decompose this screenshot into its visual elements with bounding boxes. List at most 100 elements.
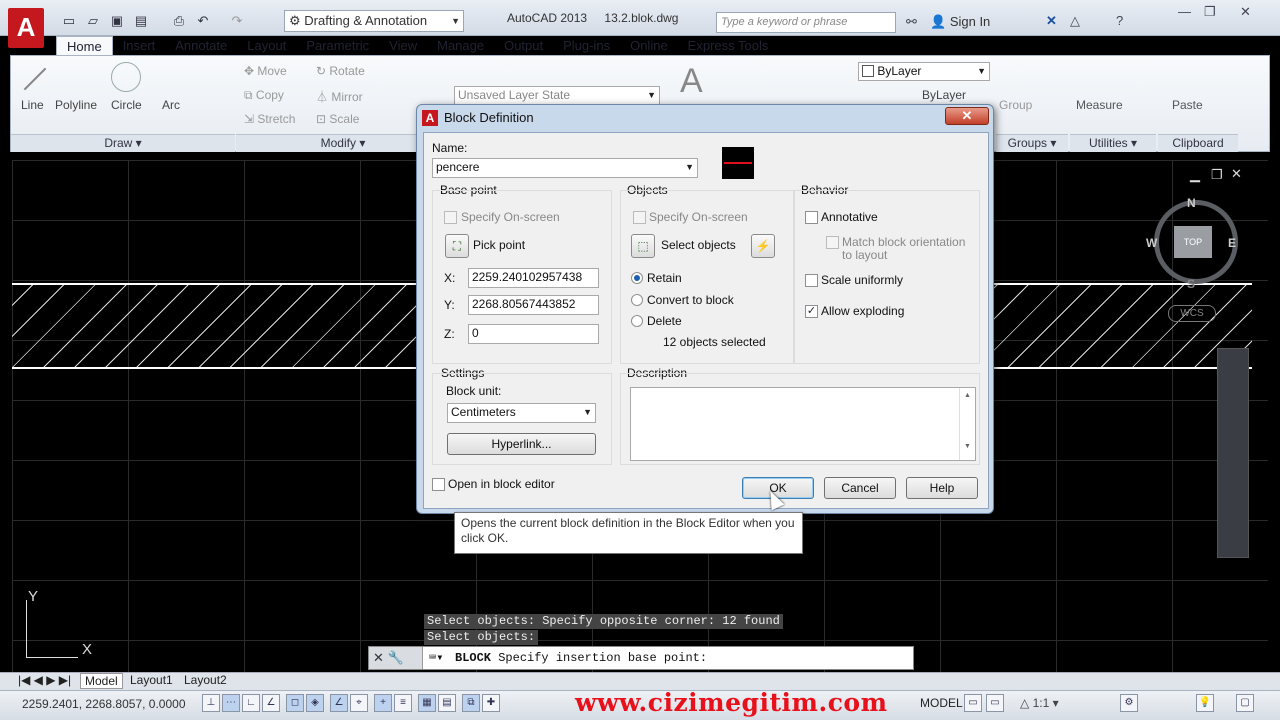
description-textarea[interactable]: ▲ ▼ xyxy=(630,387,976,461)
clipboard-panel-title[interactable]: Clipboard xyxy=(1158,134,1238,152)
viewcube-top-face[interactable]: TOP xyxy=(1174,226,1212,258)
layer-state-dropdown[interactable]: Unsaved Layer State ▼ xyxy=(454,86,660,105)
tab-view[interactable]: View xyxy=(379,36,427,56)
match-orientation-checkbox[interactable] xyxy=(826,236,839,249)
lineweight-icon[interactable]: ≡ xyxy=(394,694,412,712)
tab-parametric[interactable]: Parametric xyxy=(296,36,379,56)
dyn-icon[interactable]: + xyxy=(374,694,392,712)
stretch-tool[interactable]: ⇲ Stretch xyxy=(244,112,295,126)
otrack-icon[interactable]: ∠ xyxy=(330,694,348,712)
linetype-dropdown[interactable]: ByLayer xyxy=(922,88,966,102)
isolate-objects-icon[interactable]: 💡 xyxy=(1196,694,1214,712)
move-tool[interactable]: ✥ Move xyxy=(244,64,287,78)
tab-annotate[interactable]: Annotate xyxy=(165,36,237,56)
tab-output[interactable]: Output xyxy=(494,36,553,56)
plot-icon[interactable]: ⎙ xyxy=(168,10,190,32)
hyperlink-button[interactable]: Hyperlink... xyxy=(447,433,596,455)
application-menu-button[interactable]: A xyxy=(8,8,44,48)
viewport-close-icon[interactable]: ✕ xyxy=(1231,166,1242,182)
clean-screen-icon[interactable]: ▢ xyxy=(1236,694,1254,712)
viewcube-east[interactable]: E xyxy=(1228,236,1236,250)
help-button[interactable]: Help xyxy=(906,477,978,499)
close-icon[interactable]: ✕ xyxy=(1240,4,1251,20)
tab-layout1[interactable]: Layout1 xyxy=(126,673,177,689)
measure-tool[interactable]: Measure xyxy=(1076,98,1123,112)
minimize-icon[interactable]: — xyxy=(1178,4,1191,19)
polar-icon[interactable]: ∠ xyxy=(262,694,280,712)
selection-cycling-icon[interactable]: ⧉ xyxy=(462,694,480,712)
command-recent-icon[interactable]: ⌨▾ xyxy=(429,647,443,669)
mirror-tool[interactable]: ⏃ Mirror xyxy=(316,88,363,105)
ducs-icon[interactable]: ⌖ xyxy=(350,694,368,712)
tab-model[interactable]: Model xyxy=(80,673,123,689)
quick-view-drawings-icon[interactable]: ▭ xyxy=(986,694,1004,712)
viewport-restore-icon[interactable]: ❐ xyxy=(1211,167,1223,183)
circle-tool[interactable]: Circle xyxy=(111,98,142,112)
tab-nav-arrows[interactable]: |◀ ◀ ▶ ▶| xyxy=(14,673,75,689)
close-icon[interactable]: ✕ xyxy=(373,650,384,665)
command-line-controls[interactable]: ✕ 🔧 xyxy=(369,647,423,669)
open-icon[interactable]: ▱ xyxy=(82,10,104,32)
description-scrollbar[interactable]: ▲ ▼ xyxy=(959,388,975,460)
utilities-panel-title[interactable]: Utilities ▾ xyxy=(1070,134,1156,152)
block-unit-dropdown[interactable]: Centimeters ▼ xyxy=(447,403,596,423)
pick-point-button[interactable]: ⛶ xyxy=(445,234,469,258)
select-objects-button[interactable]: ⬚ xyxy=(631,234,655,258)
rotate-tool[interactable]: ↻ Rotate xyxy=(316,64,365,78)
transparency-icon[interactable]: ▦ xyxy=(418,694,436,712)
model-space-toggle[interactable]: MODEL xyxy=(920,696,963,710)
base-specify-onscreen-checkbox[interactable] xyxy=(444,211,457,224)
exchange-icon[interactable]: ✕ xyxy=(1046,13,1057,29)
ortho-icon[interactable]: ∟ xyxy=(242,694,260,712)
save-as-icon[interactable]: ▤ xyxy=(130,10,152,32)
binoculars-icon[interactable]: ⚯ xyxy=(906,14,917,30)
search-input[interactable]: Type a keyword or phrase xyxy=(716,12,896,33)
viewport-minimize-icon[interactable]: ▁ xyxy=(1190,167,1200,183)
scale-tool[interactable]: ⊡ Scale xyxy=(316,112,359,126)
tab-online[interactable]: Online xyxy=(620,36,678,56)
tab-express-tools[interactable]: Express Tools xyxy=(678,36,779,56)
polyline-tool[interactable]: Polyline xyxy=(55,98,97,112)
quick-view-layouts-icon[interactable]: ▭ xyxy=(964,694,982,712)
viewcube-west[interactable]: W xyxy=(1146,236,1157,250)
convert-to-block-radio[interactable] xyxy=(631,294,643,306)
command-line[interactable]: ✕ 🔧 ⌨▾ BLOCK Specify insertion base poin… xyxy=(368,646,914,670)
wrench-icon[interactable]: 🔧 xyxy=(388,650,404,665)
allow-exploding-checkbox[interactable]: ✓ xyxy=(805,305,818,318)
tab-home[interactable]: Home xyxy=(56,36,113,56)
retain-radio[interactable] xyxy=(631,272,643,284)
tab-layout2[interactable]: Layout2 xyxy=(180,673,231,689)
maximize-icon[interactable]: ❐ xyxy=(1204,4,1216,20)
x-input[interactable]: 2259.240102957438 xyxy=(468,268,599,288)
annotation-scale[interactable]: △ 1:1 ▾ xyxy=(1020,696,1059,710)
paste-tool[interactable]: Paste xyxy=(1172,98,1203,112)
groups-panel-title[interactable]: Groups ▾ xyxy=(996,134,1068,152)
group-tool[interactable]: Group xyxy=(999,98,1032,112)
undo-icon[interactable]: ↶ xyxy=(192,10,214,32)
viewcube-north[interactable]: N xyxy=(1187,196,1196,210)
osnap-icon[interactable]: ◻ xyxy=(286,694,304,712)
redo-icon[interactable]: ↷ xyxy=(226,10,248,32)
workspace-switching-icon[interactable]: ⚙ xyxy=(1120,694,1138,712)
viewcube-south[interactable]: S xyxy=(1187,277,1195,291)
coordinate-readout[interactable]: 2259.2401, 2268.8057, 0.0000 xyxy=(22,697,186,711)
new-icon[interactable]: ▭ xyxy=(58,10,80,32)
delete-radio[interactable] xyxy=(631,315,643,327)
text-icon[interactable]: A xyxy=(680,62,703,101)
open-in-block-editor-checkbox[interactable] xyxy=(432,478,445,491)
scale-uniformly-checkbox[interactable] xyxy=(805,274,818,287)
copy-tool[interactable]: ⧉ Copy xyxy=(244,88,284,103)
arc-tool[interactable]: Arc xyxy=(162,98,180,112)
save-icon[interactable]: ▣ xyxy=(106,10,128,32)
quick-properties-icon[interactable]: ▤ xyxy=(438,694,456,712)
scroll-down-icon[interactable]: ▼ xyxy=(960,443,975,450)
scroll-up-icon[interactable]: ▲ xyxy=(960,392,975,399)
infer-constraints-icon[interactable]: ⊥ xyxy=(202,694,220,712)
autodesk-icon[interactable]: △ xyxy=(1070,13,1080,29)
annotative-checkbox[interactable] xyxy=(805,211,818,224)
workspace-dropdown[interactable]: ⚙ Drafting & Annotation ▼ xyxy=(284,10,464,32)
annotation-monitor-icon[interactable]: ✚ xyxy=(482,694,500,712)
draw-panel-title[interactable]: Draw ▾ xyxy=(11,134,235,152)
wcs-menu[interactable]: WCS xyxy=(1168,305,1216,322)
block-name-combobox[interactable]: pencere ▼ xyxy=(432,158,698,178)
